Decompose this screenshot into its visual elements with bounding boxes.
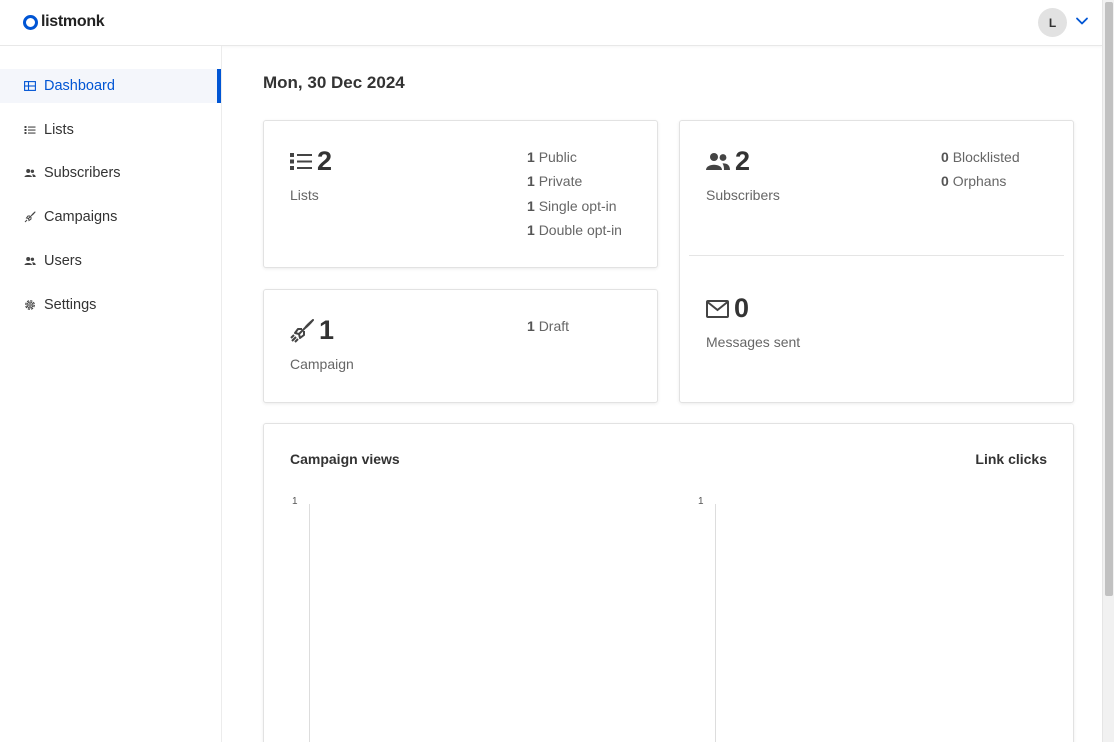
subscribers-label: Subscribers <box>706 187 780 203</box>
top-bar: listmonk L <box>0 0 1102 46</box>
messages-count-value: 0 <box>734 293 750 323</box>
lists-count: 2 <box>290 146 332 177</box>
stat-blocklisted: 0 Blocklisted <box>941 149 1020 165</box>
lists-card[interactable]: 2 Lists 1 Public 1 Private 1 Single opt-… <box>263 120 658 268</box>
stat-draft: 1 Draft <box>527 318 570 334</box>
stat-public: 1 Public <box>527 149 577 165</box>
sidebar-item-label: Subscribers <box>44 165 121 181</box>
campaigns-stats: 1 Draft <box>527 314 569 338</box>
sidebar-item-label: Users <box>44 253 82 269</box>
lists-stats: 1 Public 1 Private 1 Single opt-in 1 Dou… <box>527 145 622 243</box>
mail-icon <box>706 299 729 318</box>
user-avatar[interactable]: L <box>1038 8 1067 37</box>
list-icon <box>24 124 36 136</box>
stat-single-optin: 1 Single opt-in <box>527 197 617 214</box>
scrollbar-thumb[interactable] <box>1105 2 1113 596</box>
clicks-y-tick: 1 <box>698 496 704 507</box>
users-icon <box>24 255 36 267</box>
sidebar-item-settings[interactable]: Settings <box>0 288 221 322</box>
sidebar: Dashboard Lists Subscribers Campaigns Us… <box>0 46 222 742</box>
subscribers-card[interactable]: 2 Subscribers 0 Blocklisted 0 Orphans 0 … <box>679 120 1074 403</box>
rocket-icon <box>24 211 36 223</box>
rocket-icon <box>290 318 314 343</box>
chevron-down-icon[interactable] <box>1075 14 1089 28</box>
logo-text: listmonk <box>41 13 105 30</box>
users-icon <box>24 167 36 179</box>
messages-count: 0 <box>706 293 749 324</box>
page-title: Mon, 30 Dec 2024 <box>263 73 405 92</box>
link-clicks-title: Link clicks <box>975 451 1047 467</box>
stat-private: 1 Private <box>527 173 583 190</box>
sidebar-item-label: Dashboard <box>44 78 115 94</box>
subscribers-count-value: 2 <box>735 146 751 176</box>
main-content: Mon, 30 Dec 2024 2 Lists 1 Public 1 Priv… <box>222 46 1102 742</box>
subscribers-count: 2 <box>706 146 750 177</box>
app-logo[interactable]: listmonk <box>23 12 105 32</box>
sidebar-item-campaigns[interactable]: Campaigns <box>0 200 221 234</box>
clicks-y-axis <box>715 504 716 742</box>
list-icon <box>290 152 312 171</box>
gear-icon <box>24 299 36 311</box>
stat-double-optin: 1 Double opt-in <box>527 222 622 239</box>
lists-label: Lists <box>290 187 319 203</box>
card-divider <box>689 255 1064 256</box>
page-scrollbar[interactable] <box>1102 0 1114 742</box>
logo-ring-icon <box>23 14 38 30</box>
sidebar-item-subscribers[interactable]: Subscribers <box>0 156 221 190</box>
messages-label: Messages sent <box>706 334 801 350</box>
lists-count-value: 2 <box>317 146 333 176</box>
views-y-tick: 1 <box>292 496 298 507</box>
stat-orphans: 0 Orphans <box>941 173 1007 190</box>
grid-icon <box>24 80 36 92</box>
sidebar-item-label: Campaigns <box>44 209 118 225</box>
views-y-axis <box>309 504 310 742</box>
users-icon <box>706 152 730 171</box>
sidebar-item-lists[interactable]: Lists <box>0 113 221 147</box>
subscribers-stats: 0 Blocklisted 0 Orphans <box>941 145 1020 194</box>
sidebar-item-label: Settings <box>44 297 97 313</box>
campaign-views-title: Campaign views <box>290 451 400 467</box>
campaigns-card[interactable]: 1 Campaign 1 Draft <box>263 289 658 403</box>
campaigns-count: 1 <box>290 315 334 346</box>
sidebar-item-dashboard[interactable]: Dashboard <box>0 69 221 103</box>
campaigns-count-value: 1 <box>319 315 335 345</box>
charts-card: Campaign views Link clicks 1 1 <box>263 423 1074 742</box>
sidebar-item-label: Lists <box>44 122 74 138</box>
sidebar-item-users[interactable]: Users <box>0 244 221 278</box>
campaigns-label: Campaign <box>290 356 354 372</box>
